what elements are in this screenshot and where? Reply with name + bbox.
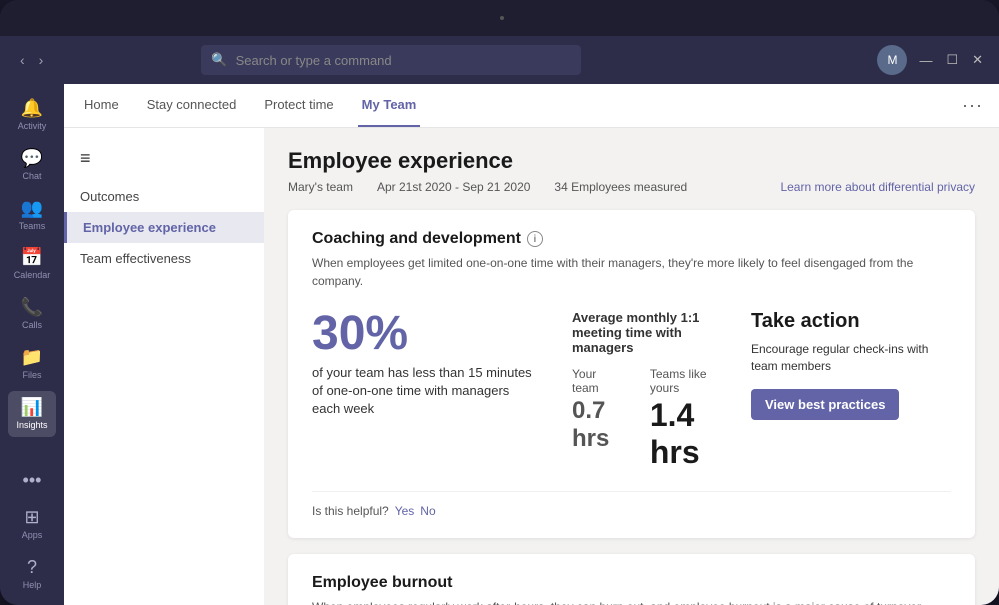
sidebar-item-activity[interactable]: 🔔 Activity (8, 92, 56, 138)
sidebar-item-calendar[interactable]: 📅 Calendar (8, 241, 56, 287)
tab-more-button[interactable]: ··· (962, 95, 983, 116)
burnout-card: Employee burnout When employees regularl… (288, 554, 975, 605)
left-nav-item-outcomes[interactable]: Outcomes (64, 181, 264, 212)
left-nav-item-employee-experience[interactable]: Employee experience (64, 212, 264, 243)
content-body: ≡ Outcomes Employee experience Team effe… (64, 128, 999, 605)
big-number: 30% (312, 310, 532, 358)
page-header: Employee experience Mary's team Apr 21st… (288, 148, 975, 194)
sidebar-item-calls[interactable]: 📞 Calls (8, 291, 56, 337)
main-layout: 🔔 Activity 💬 Chat 👥 Teams 📅 Calendar 📞 (0, 84, 999, 605)
sidebar-item-files[interactable]: 📁 Files (8, 341, 56, 387)
sidebar-item-apps[interactable]: ⊞ Apps (8, 501, 56, 547)
stat-main: 30% of your team has less than 15 minute… (312, 310, 532, 419)
tab-protect-time[interactable]: Protect time (260, 84, 337, 127)
title-bar-dot (500, 16, 504, 20)
insights-icon: 📊 (21, 397, 43, 418)
sidebar-item-insights[interactable]: 📊 Insights (8, 391, 56, 437)
your-team-stat: Your team 0.7 hrs (572, 367, 618, 453)
device-frame: ‹ › 🔍 M — ☐ ✕ (0, 0, 999, 605)
teams-like-yours-stat: Teams like yours 1.4 hrs (650, 367, 711, 471)
comparison-row: Your team 0.7 hrs Teams like yours 1.4 h… (572, 367, 711, 471)
title-bar (0, 0, 999, 36)
coaching-card: Coaching and development i When employee… (288, 210, 975, 538)
more-icon: ••• (23, 470, 42, 491)
your-team-label: Your team (572, 367, 618, 395)
search-bar[interactable]: 🔍 (201, 45, 581, 75)
sidebar-label-apps: Apps (22, 530, 43, 541)
comparison-title: Average monthly 1:1 meeting time with ma… (572, 310, 711, 355)
close-button[interactable]: ✕ (972, 52, 983, 68)
tab-nav: Home Stay connected Protect time My Team… (64, 84, 999, 128)
sidebar-label-insights: Insights (16, 420, 47, 431)
back-button[interactable]: ‹ (16, 50, 29, 70)
page-team: Mary's team (288, 180, 353, 194)
forward-button[interactable]: › (35, 50, 48, 70)
teams-icon: 👥 (21, 198, 43, 219)
sidebar-item-more[interactable]: ••• (8, 464, 56, 497)
left-nav-item-team-effectiveness[interactable]: Team effectiveness (64, 243, 264, 274)
take-action-section: Take action Encourage regular check-ins … (751, 310, 951, 420)
teams-like-yours-label: Teams like yours (650, 367, 711, 395)
tab-stay-connected[interactable]: Stay connected (143, 84, 241, 127)
sidebar-label-activity: Activity (18, 121, 47, 132)
search-input[interactable] (236, 53, 572, 68)
sidebar-label-teams: Teams (19, 221, 46, 232)
stat-comparison: Average monthly 1:1 meeting time with ma… (572, 310, 711, 471)
take-action-description: Encourage regular check-ins with team me… (751, 341, 951, 375)
sidebar: 🔔 Activity 💬 Chat 👥 Teams 📅 Calendar 📞 (0, 84, 64, 605)
sidebar-label-files: Files (22, 370, 41, 381)
page-employees: 34 Employees measured (554, 180, 687, 194)
view-best-practices-button[interactable]: View best practices (751, 389, 899, 420)
nav-arrows: ‹ › (16, 50, 47, 70)
minimize-button[interactable]: — (919, 53, 932, 68)
take-action-title: Take action (751, 310, 951, 333)
left-nav: ≡ Outcomes Employee experience Team effe… (64, 128, 264, 605)
page-meta: Mary's team Apr 21st 2020 - Sep 21 2020 … (288, 180, 975, 194)
your-team-value: 0.7 hrs (572, 397, 618, 453)
main-content: Employee experience Mary's team Apr 21st… (264, 128, 999, 605)
avatar[interactable]: M (877, 45, 907, 75)
sidebar-label-chat: Chat (22, 171, 41, 182)
sidebar-item-help[interactable]: ? Help (8, 551, 56, 597)
coaching-card-footer: Is this helpful? Yes No (312, 491, 951, 518)
big-number-description: of your team has less than 15 minutes of… (312, 364, 532, 419)
burnout-card-title: Employee burnout (312, 574, 951, 592)
help-icon: ? (27, 557, 37, 578)
helpful-label: Is this helpful? (312, 504, 389, 518)
yes-link[interactable]: Yes (395, 504, 415, 518)
burnout-card-description: When employees regularly work after-hour… (312, 598, 951, 605)
files-icon: 📁 (21, 347, 43, 368)
tab-home[interactable]: Home (80, 84, 123, 127)
coaching-card-description: When employees get limited one-on-one ti… (312, 254, 951, 290)
chat-icon: 💬 (21, 148, 43, 169)
privacy-link[interactable]: Learn more about differential privacy (780, 180, 975, 194)
page-date-range: Apr 21st 2020 - Sep 21 2020 (377, 180, 530, 194)
no-link[interactable]: No (420, 504, 435, 518)
teams-like-yours-value: 1.4 hrs (650, 397, 711, 471)
top-bar: ‹ › 🔍 M — ☐ ✕ (0, 36, 999, 84)
sidebar-label-calls: Calls (22, 320, 42, 331)
calls-icon: 📞 (21, 297, 43, 318)
page-title: Employee experience (288, 148, 975, 174)
coaching-card-stats: 30% of your team has less than 15 minute… (312, 310, 951, 471)
activity-icon: 🔔 (21, 98, 43, 119)
apps-icon: ⊞ (24, 507, 39, 528)
top-bar-right: M — ☐ ✕ (877, 45, 983, 75)
sidebar-item-chat[interactable]: 💬 Chat (8, 142, 56, 188)
coaching-card-title: Coaching and development i (312, 230, 951, 248)
window-controls: — ☐ ✕ (919, 52, 983, 68)
sidebar-item-teams[interactable]: 👥 Teams (8, 192, 56, 238)
sidebar-label-calendar: Calendar (14, 270, 51, 281)
calendar-icon: 📅 (21, 247, 43, 268)
hamburger-menu[interactable]: ≡ (64, 144, 264, 181)
content-area: Home Stay connected Protect time My Team… (64, 84, 999, 605)
app-container: ‹ › 🔍 M — ☐ ✕ (0, 36, 999, 605)
tab-my-team[interactable]: My Team (358, 84, 421, 127)
coaching-info-icon[interactable]: i (527, 231, 543, 247)
sidebar-label-help: Help (23, 580, 42, 591)
search-icon: 🔍 (211, 52, 227, 68)
restore-button[interactable]: ☐ (946, 52, 958, 68)
